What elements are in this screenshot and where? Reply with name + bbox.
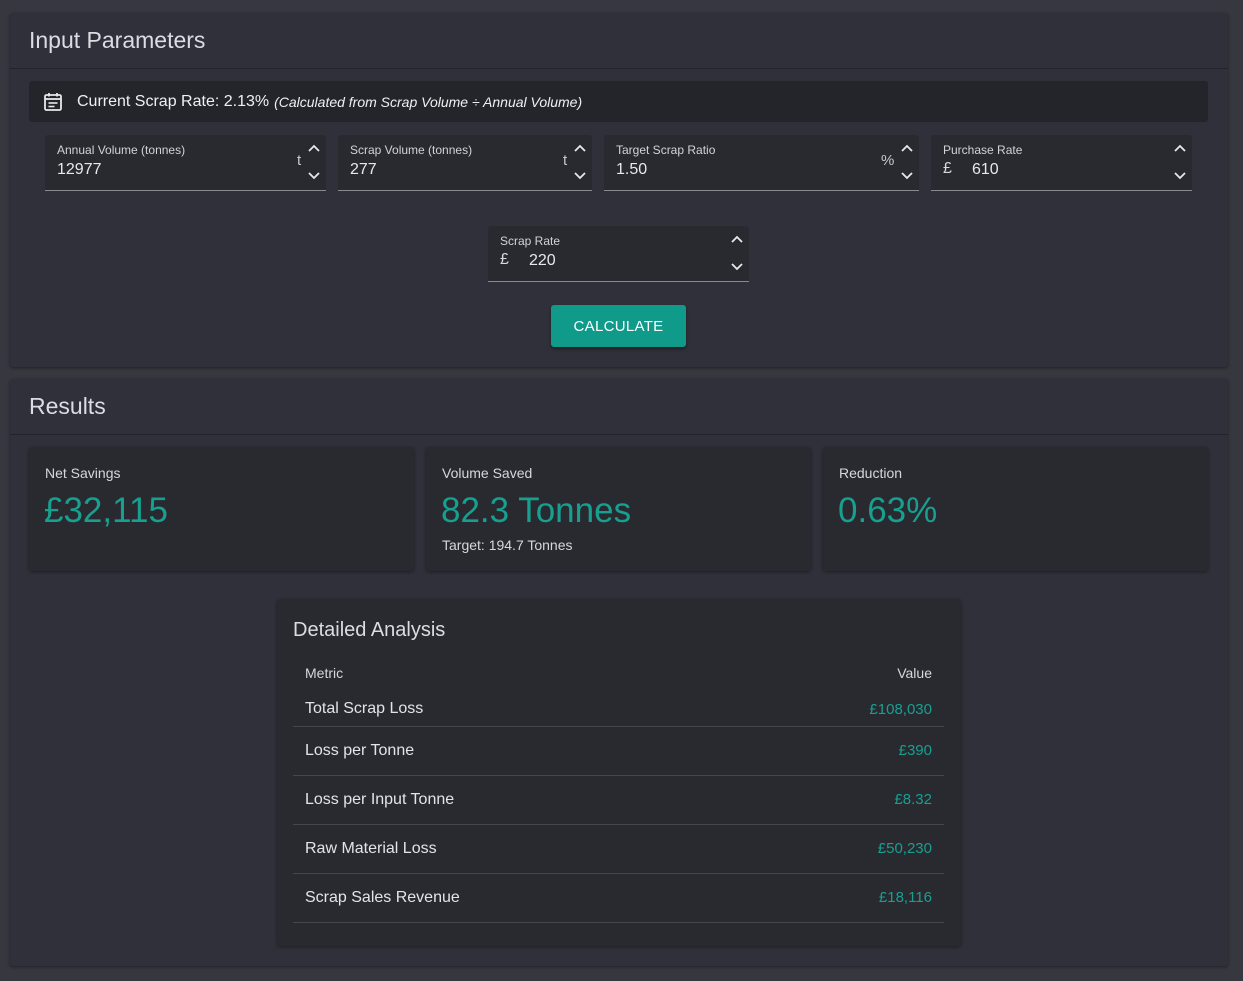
scrap-rate-label: Scrap Rate (500, 234, 561, 248)
chevron-up-icon[interactable] (730, 234, 744, 244)
reduction-value: 0.63% (838, 491, 938, 530)
table-row: Total Scrap Loss £108,030 (293, 693, 944, 727)
reduction-label: Reduction (839, 465, 903, 481)
metric-cell: Loss per Input Tonne (293, 775, 732, 825)
target-scrap-ratio-label: Target Scrap Ratio (616, 143, 716, 157)
volume-saved-value: 82.3 Tonnes (441, 491, 632, 530)
volume-saved-label: Volume Saved (442, 465, 533, 481)
table-row: Loss per Tonne £390 (293, 726, 944, 776)
value-cell: £108,030 (731, 693, 944, 727)
net-savings-card: Net Savings £32,115 (29, 447, 414, 571)
purchase-rate-input[interactable]: 610 (972, 161, 999, 179)
value-cell: £390 (731, 726, 944, 776)
metric-column-header: Metric (305, 665, 344, 681)
table-row: Raw Material Loss £50,230 (293, 824, 944, 874)
table-row: Scrap Sales Revenue £18,116 (293, 873, 944, 923)
purchase-rate-field[interactable]: Purchase Rate £ 610 (931, 135, 1192, 191)
target-scrap-ratio-field[interactable]: Target Scrap Ratio 1.50 % (604, 135, 919, 191)
metric-cell: Loss per Tonne (293, 726, 732, 776)
purchase-rate-label: Purchase Rate (943, 143, 1023, 157)
metric-cell: Scrap Sales Revenue (293, 873, 732, 923)
value-cell: £50,230 (731, 824, 944, 874)
value-cell: £18,116 (731, 873, 944, 923)
calculate-button[interactable]: CALCULATE (551, 305, 686, 347)
input-parameters-title: Input Parameters (10, 13, 1228, 69)
input-parameters-panel: Input Parameters Current Scrap Rate: 2.1… (10, 13, 1228, 367)
detailed-analysis-card: Detailed Analysis Metric Value Total Scr… (277, 599, 961, 946)
chevron-up-icon[interactable] (307, 143, 321, 153)
chevron-down-icon[interactable] (1173, 171, 1187, 181)
net-savings-label: Net Savings (45, 465, 121, 481)
scrap-volume-input[interactable]: 277 (350, 161, 377, 179)
metric-cell: Total Scrap Loss (293, 693, 732, 727)
results-panel: Results Net Savings £32,115 Volume Saved… (10, 379, 1228, 966)
target-scrap-ratio-input[interactable]: 1.50 (616, 161, 647, 179)
annual-volume-input[interactable]: 12977 (57, 161, 102, 179)
annual-volume-label: Annual Volume (tonnes) (57, 143, 186, 157)
current-scrap-rate-note: (Calculated from Scrap Volume ÷ Annual V… (274, 93, 583, 110)
chevron-down-icon[interactable] (573, 171, 587, 181)
scrap-rate-input[interactable]: 220 (529, 252, 556, 270)
percent-unit: % (881, 152, 895, 169)
chevron-down-icon[interactable] (730, 262, 744, 272)
results-title: Results (10, 379, 1228, 435)
chevron-down-icon[interactable] (307, 171, 321, 181)
scrap-rate-info-bar: Current Scrap Rate: 2.13% (Calculated fr… (29, 81, 1208, 122)
metric-cell: Raw Material Loss (293, 824, 732, 874)
chevron-down-icon[interactable] (900, 171, 914, 181)
table-row: Loss per Input Tonne £8.32 (293, 775, 944, 825)
value-column-header: Value (897, 665, 932, 681)
volume-saved-card: Volume Saved 82.3 Tonnes Target: 194.7 T… (426, 447, 811, 571)
chevron-up-icon[interactable] (900, 143, 914, 153)
volume-target-text: Target: 194.7 Tonnes (442, 537, 573, 553)
scrap-volume-field[interactable]: Scrap Volume (tonnes) 277 t (338, 135, 592, 191)
calendar-icon (44, 92, 62, 111)
analysis-table: Metric Value Total Scrap Loss £108,030 L… (293, 653, 944, 923)
current-scrap-rate-label: Current Scrap Rate: 2.13% (77, 92, 270, 110)
pound-prefix: £ (943, 160, 952, 177)
scrap-volume-label: Scrap Volume (tonnes) (350, 143, 473, 157)
detailed-analysis-title: Detailed Analysis (293, 619, 446, 641)
reduction-card: Reduction 0.63% (823, 447, 1208, 571)
scrap-volume-unit: t (563, 152, 568, 169)
chevron-up-icon[interactable] (573, 143, 587, 153)
net-savings-value: £32,115 (44, 491, 168, 530)
scrap-rate-field[interactable]: Scrap Rate £ 220 (488, 226, 749, 282)
annual-volume-field[interactable]: Annual Volume (tonnes) 12977 t (45, 135, 326, 191)
annual-volume-unit: t (297, 152, 302, 169)
value-cell: £8.32 (731, 775, 944, 825)
table-header-row: Metric Value (293, 653, 944, 693)
pound-prefix: £ (500, 251, 509, 268)
chevron-up-icon[interactable] (1173, 143, 1187, 153)
